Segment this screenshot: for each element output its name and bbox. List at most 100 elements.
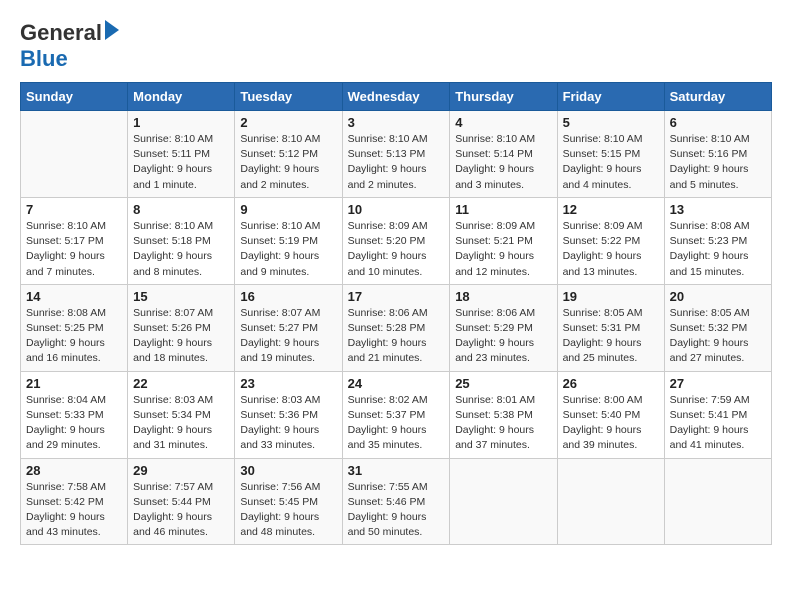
day-number: 30 [240,463,336,478]
day-number: 2 [240,115,336,130]
day-info: Sunrise: 7:56 AM Sunset: 5:45 PM Dayligh… [240,480,336,541]
day-number: 28 [26,463,122,478]
day-info: Sunrise: 8:10 AM Sunset: 5:13 PM Dayligh… [348,132,445,193]
calendar-cell: 26 Sunrise: 8:00 AM Sunset: 5:40 PM Dayli… [557,371,664,458]
day-number: 12 [563,202,659,217]
calendar-cell: 21Sunrise: 8:04 AM Sunset: 5:33 PM Dayli… [21,371,128,458]
day-info: Sunrise: 8:06 AM Sunset: 5:29 PM Dayligh… [455,306,551,367]
calendar-cell: 5 Sunrise: 8:10 AM Sunset: 5:15 PM Daylig… [557,111,664,198]
header-wednesday: Wednesday [342,83,450,111]
day-number: 26 [563,376,659,391]
day-info: Sunrise: 8:10 AM Sunset: 5:11 PM Dayligh… [133,132,229,193]
calendar-cell: 24 Sunrise: 8:02 AM Sunset: 5:37 PM Dayli… [342,371,450,458]
calendar-cell: 14 Sunrise: 8:08 AM Sunset: 5:25 PM Dayli… [21,284,128,371]
calendar-cell: 10 Sunrise: 8:09 AM Sunset: 5:20 PM Dayli… [342,197,450,284]
day-info: Sunrise: 7:57 AM Sunset: 5:44 PM Dayligh… [133,480,229,541]
day-number: 1 [133,115,229,130]
day-number: 14 [26,289,122,304]
day-info: Sunrise: 8:07 AM Sunset: 5:26 PM Dayligh… [133,306,229,367]
day-info: Sunrise: 7:59 AM Sunset: 5:41 PM Dayligh… [670,393,766,454]
logo-arrow-icon [105,20,119,40]
calendar-cell: 28 Sunrise: 7:58 AM Sunset: 5:42 PM Dayli… [21,458,128,545]
day-number: 3 [348,115,445,130]
calendar-cell [664,458,771,545]
day-info: Sunrise: 8:02 AM Sunset: 5:37 PM Dayligh… [348,393,445,454]
day-info: Sunrise: 8:01 AM Sunset: 5:38 PM Dayligh… [455,393,551,454]
day-info: Sunrise: 8:08 AM Sunset: 5:25 PM Dayligh… [26,306,122,367]
calendar-cell: 9 Sunrise: 8:10 AM Sunset: 5:19 PM Daylig… [235,197,342,284]
day-info: Sunrise: 8:03 AM Sunset: 5:34 PM Dayligh… [133,393,229,454]
day-number: 25 [455,376,551,391]
header-friday: Friday [557,83,664,111]
day-number: 27 [670,376,766,391]
header-thursday: Thursday [450,83,557,111]
calendar-cell [557,458,664,545]
day-number: 29 [133,463,229,478]
calendar-week-row: 21Sunrise: 8:04 AM Sunset: 5:33 PM Dayli… [21,371,772,458]
calendar-cell: 29 Sunrise: 7:57 AM Sunset: 5:44 PM Dayli… [128,458,235,545]
day-info: Sunrise: 8:03 AM Sunset: 5:36 PM Dayligh… [240,393,336,454]
day-number: 18 [455,289,551,304]
day-number: 4 [455,115,551,130]
calendar-cell: 8 Sunrise: 8:10 AM Sunset: 5:18 PM Daylig… [128,197,235,284]
day-number: 9 [240,202,336,217]
day-number: 10 [348,202,445,217]
calendar-cell: 17 Sunrise: 8:06 AM Sunset: 5:28 PM Dayli… [342,284,450,371]
day-info: Sunrise: 8:09 AM Sunset: 5:20 PM Dayligh… [348,219,445,280]
day-info: Sunrise: 8:10 AM Sunset: 5:17 PM Dayligh… [26,219,122,280]
day-info: Sunrise: 8:10 AM Sunset: 5:19 PM Dayligh… [240,219,336,280]
header-tuesday: Tuesday [235,83,342,111]
day-number: 24 [348,376,445,391]
day-number: 8 [133,202,229,217]
day-number: 13 [670,202,766,217]
calendar-cell: 23 Sunrise: 8:03 AM Sunset: 5:36 PM Dayli… [235,371,342,458]
header-monday: Monday [128,83,235,111]
calendar-cell: 11Sunrise: 8:09 AM Sunset: 5:21 PM Dayli… [450,197,557,284]
day-info: Sunrise: 8:09 AM Sunset: 5:22 PM Dayligh… [563,219,659,280]
day-info: Sunrise: 8:10 AM Sunset: 5:14 PM Dayligh… [455,132,551,193]
calendar-cell: 20 Sunrise: 8:05 AM Sunset: 5:32 PM Dayli… [664,284,771,371]
day-number: 5 [563,115,659,130]
calendar-header-row: SundayMondayTuesdayWednesdayThursdayFrid… [21,83,772,111]
logo: General Blue [20,20,119,72]
calendar-cell [450,458,557,545]
calendar-cell: 7 Sunrise: 8:10 AM Sunset: 5:17 PM Daylig… [21,197,128,284]
header-saturday: Saturday [664,83,771,111]
day-number: 7 [26,202,122,217]
day-info: Sunrise: 8:10 AM Sunset: 5:16 PM Dayligh… [670,132,766,193]
day-info: Sunrise: 8:05 AM Sunset: 5:32 PM Dayligh… [670,306,766,367]
day-number: 19 [563,289,659,304]
day-info: Sunrise: 8:10 AM Sunset: 5:18 PM Dayligh… [133,219,229,280]
calendar-cell: 3 Sunrise: 8:10 AM Sunset: 5:13 PM Daylig… [342,111,450,198]
day-number: 31 [348,463,445,478]
day-info: Sunrise: 8:05 AM Sunset: 5:31 PM Dayligh… [563,306,659,367]
header-sunday: Sunday [21,83,128,111]
day-info: Sunrise: 7:58 AM Sunset: 5:42 PM Dayligh… [26,480,122,541]
day-info: Sunrise: 8:06 AM Sunset: 5:28 PM Dayligh… [348,306,445,367]
calendar-cell: 6Sunrise: 8:10 AM Sunset: 5:16 PM Daylig… [664,111,771,198]
calendar-cell: 19 Sunrise: 8:05 AM Sunset: 5:31 PM Dayli… [557,284,664,371]
calendar-cell: 16 Sunrise: 8:07 AM Sunset: 5:27 PM Dayli… [235,284,342,371]
day-number: 21 [26,376,122,391]
day-info: Sunrise: 8:08 AM Sunset: 5:23 PM Dayligh… [670,219,766,280]
calendar-cell: 31Sunrise: 7:55 AM Sunset: 5:46 PM Dayli… [342,458,450,545]
calendar-cell: 4 Sunrise: 8:10 AM Sunset: 5:14 PM Daylig… [450,111,557,198]
day-info: Sunrise: 8:10 AM Sunset: 5:15 PM Dayligh… [563,132,659,193]
calendar-week-row: 14 Sunrise: 8:08 AM Sunset: 5:25 PM Dayli… [21,284,772,371]
calendar-cell: 2 Sunrise: 8:10 AM Sunset: 5:12 PM Daylig… [235,111,342,198]
calendar-cell: 22Sunrise: 8:03 AM Sunset: 5:34 PM Dayli… [128,371,235,458]
day-number: 11 [455,202,551,217]
day-info: Sunrise: 8:10 AM Sunset: 5:12 PM Dayligh… [240,132,336,193]
day-number: 17 [348,289,445,304]
calendar-cell: 1 Sunrise: 8:10 AM Sunset: 5:11 PM Daylig… [128,111,235,198]
calendar-cell: 12 Sunrise: 8:09 AM Sunset: 5:22 PM Dayli… [557,197,664,284]
calendar-cell: 30 Sunrise: 7:56 AM Sunset: 5:45 PM Dayli… [235,458,342,545]
day-number: 20 [670,289,766,304]
day-info: Sunrise: 8:00 AM Sunset: 5:40 PM Dayligh… [563,393,659,454]
day-info: Sunrise: 8:07 AM Sunset: 5:27 PM Dayligh… [240,306,336,367]
calendar-cell: 25 Sunrise: 8:01 AM Sunset: 5:38 PM Dayli… [450,371,557,458]
day-number: 23 [240,376,336,391]
page-header: General Blue [20,20,772,72]
day-number: 16 [240,289,336,304]
calendar-cell: 13 Sunrise: 8:08 AM Sunset: 5:23 PM Dayli… [664,197,771,284]
